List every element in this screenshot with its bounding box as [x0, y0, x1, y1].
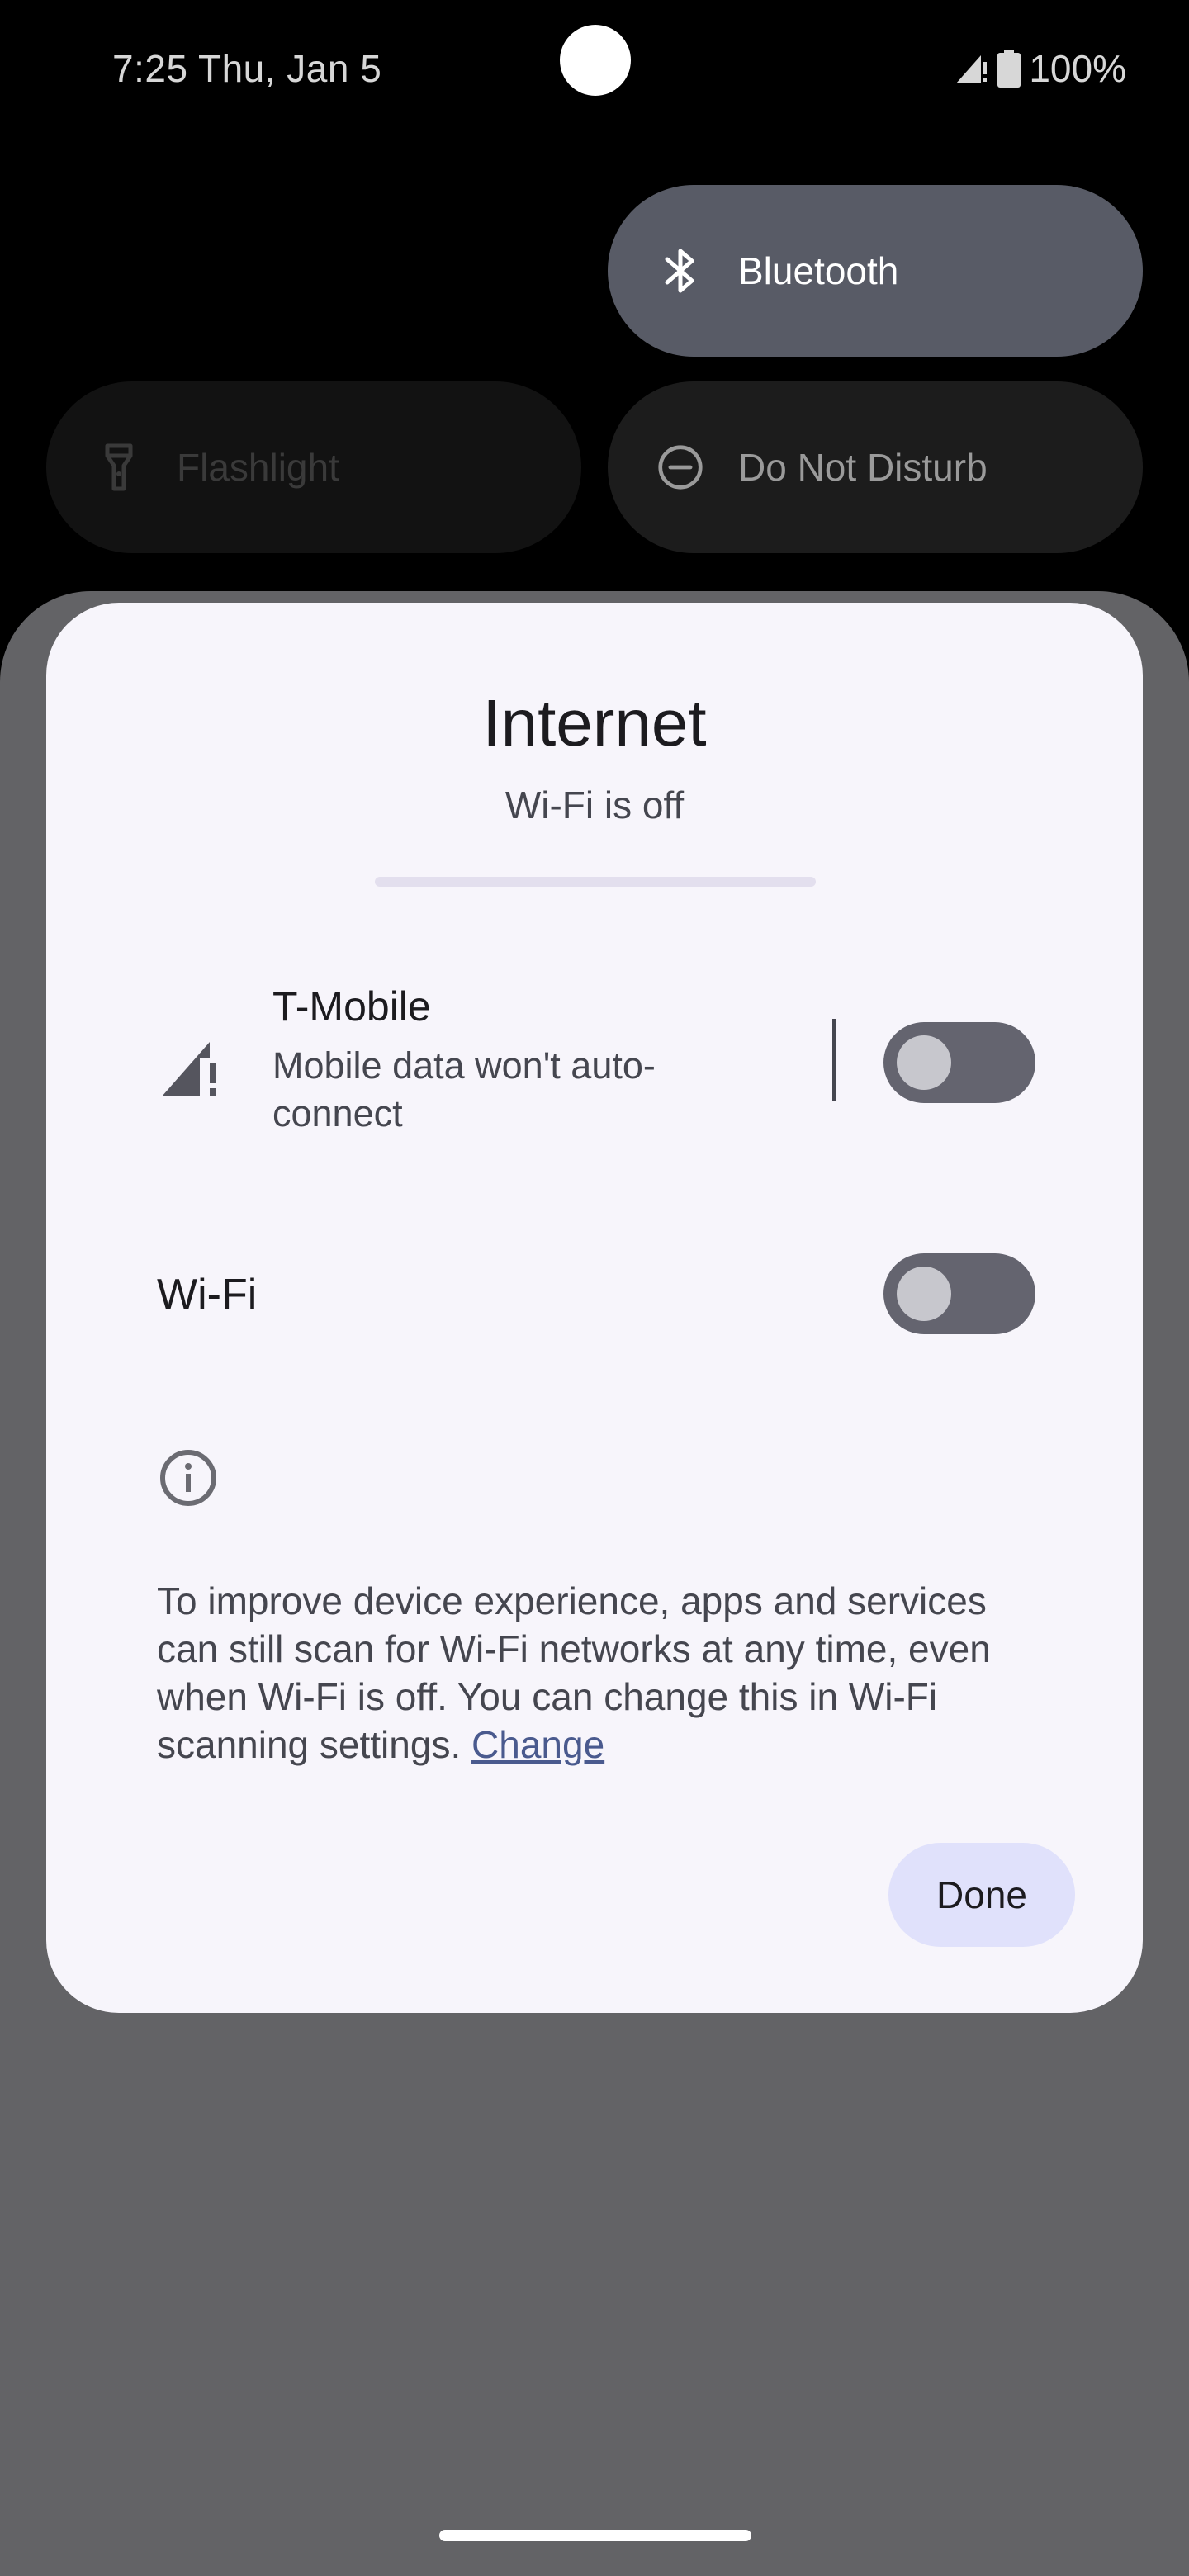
dialog-subtitle: Wi-Fi is off [504, 784, 685, 826]
wifi-label: Wi-Fi [157, 1271, 258, 1319]
screen: 7:25 Thu, Jan 5 100% Bluetooth Flashligh… [0, 0, 1189, 2576]
tile-do-not-disturb-label: Do Not Disturb [738, 446, 988, 489]
toggle-knob [897, 1035, 951, 1090]
mobile-signal-icon [159, 1035, 225, 1101]
dialog-title: Internet [482, 686, 707, 760]
vertical-divider [832, 1019, 836, 1101]
tile-flashlight-label: Flashlight [177, 446, 339, 489]
tile-bluetooth-label: Bluetooth [738, 249, 899, 292]
tile-do-not-disturb[interactable]: Do Not Disturb [608, 381, 1143, 553]
mobile-network-status: Mobile data won't auto-connect [272, 1044, 656, 1134]
progress-track [375, 877, 816, 887]
mobile-data-toggle[interactable] [883, 1022, 1035, 1103]
internet-dialog: Internet Wi-Fi is off T-Mobile Mobile da… [46, 603, 1143, 2013]
toggle-knob [897, 1267, 951, 1321]
home-indicator[interactable] [439, 2530, 751, 2541]
mobile-network-name: T-Mobile [272, 983, 431, 1030]
done-button[interactable]: Done [888, 1843, 1075, 1947]
status-time: 7:25 Thu, Jan 5 [112, 47, 382, 90]
battery-percentage: 100% [1029, 47, 1126, 90]
tile-flashlight[interactable]: Flashlight [46, 381, 581, 553]
info-icon [159, 1448, 218, 1508]
wifi-scanning-info: To improve device experience, apps and s… [157, 1577, 1057, 1769]
change-link[interactable]: Change [471, 1723, 604, 1766]
bluetooth-icon [657, 248, 703, 294]
signal-no-data-icon [953, 50, 989, 87]
battery-icon [997, 50, 1021, 88]
status-icons: 100% [953, 46, 1126, 91]
camera-cutout [560, 25, 631, 96]
flashlight-icon [96, 443, 142, 491]
do-not-disturb-icon [657, 444, 703, 490]
tile-bluetooth[interactable]: Bluetooth [608, 185, 1143, 357]
wifi-toggle[interactable] [883, 1253, 1035, 1334]
